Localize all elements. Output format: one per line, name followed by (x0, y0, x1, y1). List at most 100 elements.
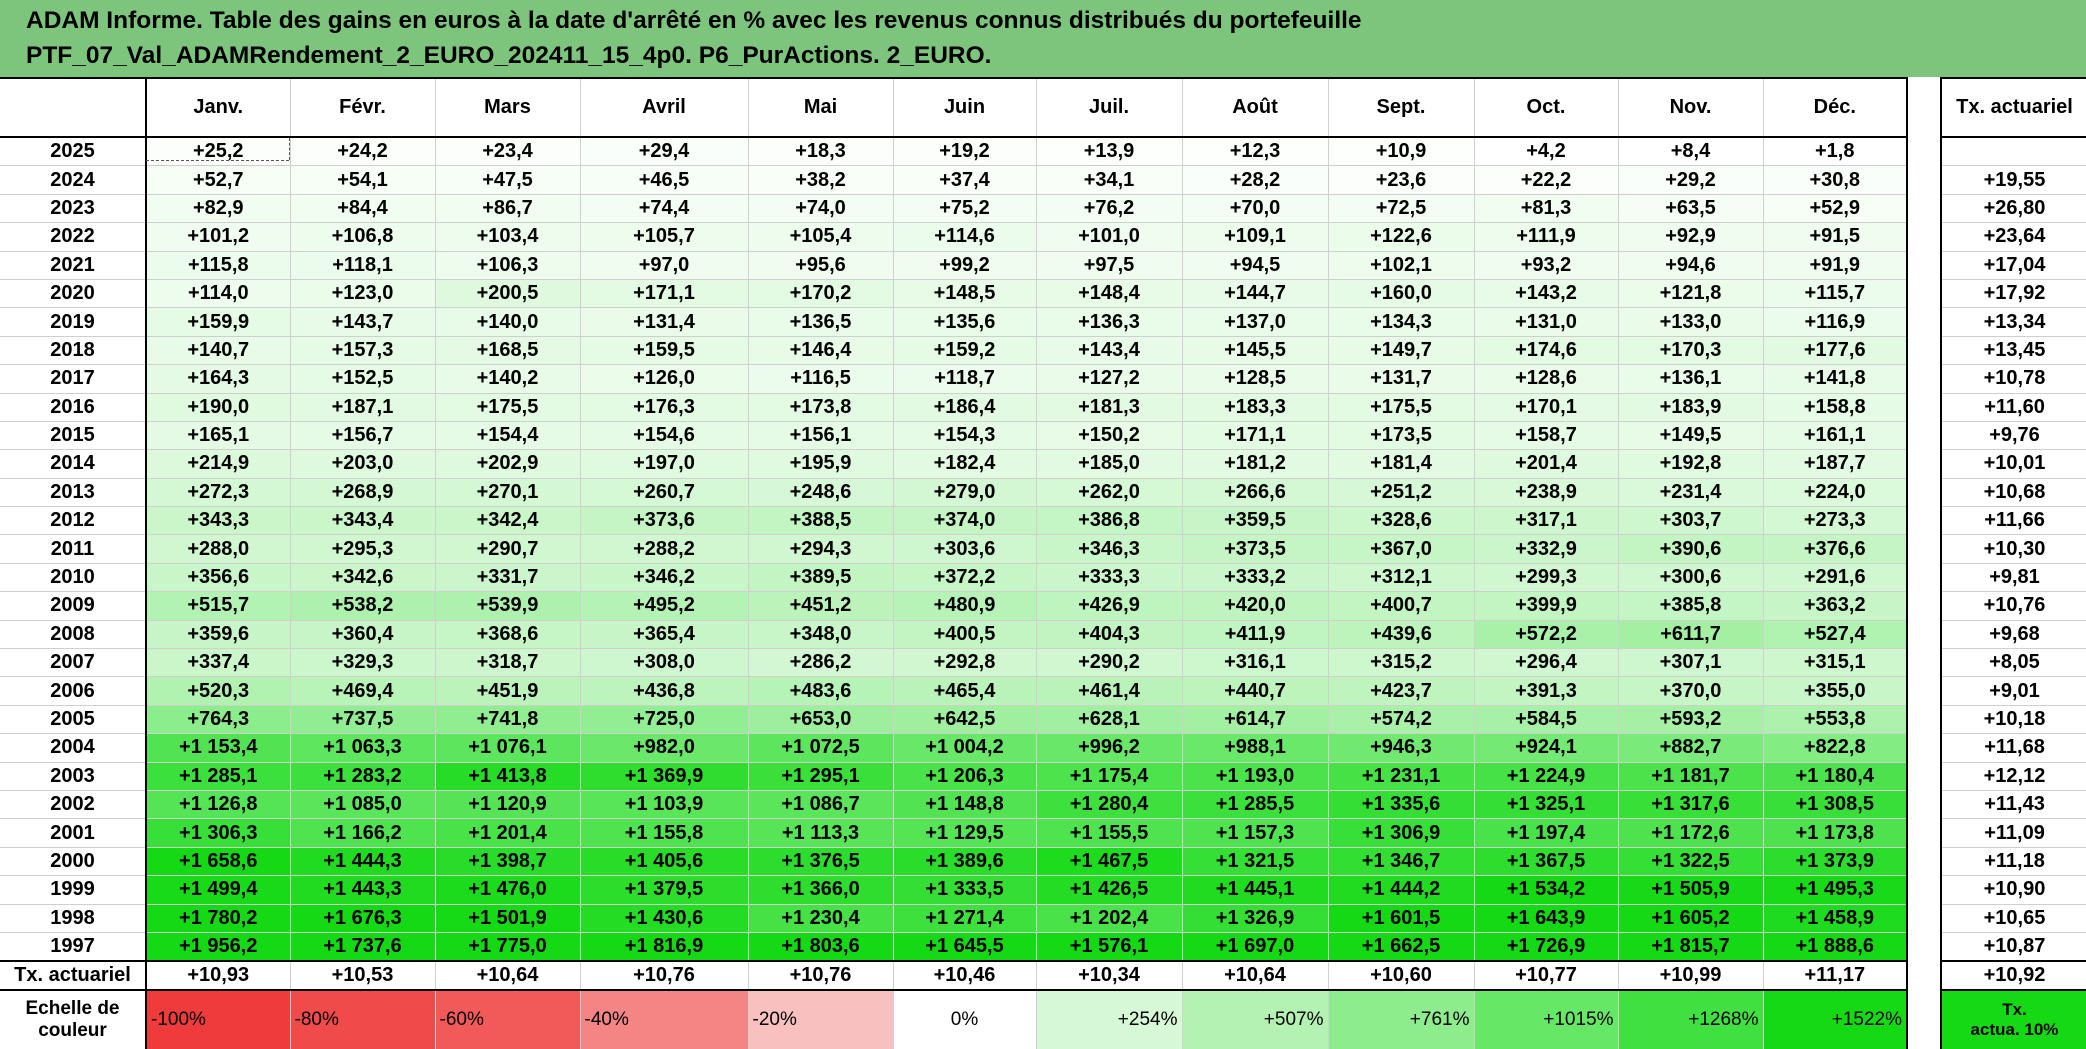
gain-cell: +1 601,5 (1327, 903, 1475, 933)
year-label: 2022 (0, 222, 147, 252)
year-label: 2004 (0, 733, 147, 763)
gain-cell: +1 398,7 (434, 846, 581, 877)
side-row: +23,64 (1940, 222, 2086, 252)
gain-cell: +279,0 (892, 477, 1037, 508)
gain-cell: +84,4 (289, 193, 436, 224)
actuarial-rate-cell: +13,45 (1940, 335, 2086, 366)
gain-cell: +1 206,3 (892, 761, 1037, 791)
gain-cell: +149,7 (1327, 335, 1475, 366)
gain-cell: +572,2 (1473, 619, 1619, 650)
gain-cell: +1 085,0 (289, 789, 436, 820)
side-row: +11,43 (1940, 789, 2086, 820)
gain-cell: +47,5 (434, 165, 581, 195)
actuarial-rate-cell: +10,87 (1940, 931, 2086, 962)
gain-cell: +295,3 (289, 534, 436, 564)
gain-cell: +1 126,8 (145, 789, 291, 820)
gain-cell: +122,6 (1327, 222, 1475, 252)
gain-cell: +1 816,9 (579, 931, 749, 962)
gain-cell: +93,2 (1473, 250, 1619, 280)
gain-cell: +24,2 (289, 136, 436, 167)
color-scale-swatch: +507% (1181, 989, 1329, 1049)
year-label: 2011 (0, 534, 147, 564)
year-label: 2025 (0, 136, 147, 167)
gain-cell: +34,1 (1035, 165, 1183, 195)
actuarial-row: Tx. actuariel +10,93 +10,53 +10,64 +10,76 +10… (0, 960, 1908, 992)
gain-cell: +359,5 (1181, 506, 1329, 536)
gain-cell: +161,1 (1762, 420, 1908, 451)
gain-cell: +1 321,5 (1181, 846, 1329, 877)
gain-cell: +157,3 (289, 335, 436, 366)
gain-cell: +1 726,9 (1473, 931, 1619, 962)
gain-cell: +291,6 (1762, 562, 1908, 593)
gain-cell: +12,3 (1181, 136, 1329, 167)
gain-cell: +238,9 (1473, 477, 1619, 508)
gain-cell: +187,7 (1762, 449, 1908, 479)
gain-cell: +1 181,7 (1617, 761, 1764, 791)
color-scale-label: Echelle de couleur (0, 989, 147, 1049)
actuarial-rate-cell: +10,68 (1940, 477, 2086, 508)
month-header: Août (1181, 77, 1329, 138)
gain-cell: +177,6 (1762, 335, 1908, 366)
gain-cell: +355,0 (1762, 676, 1908, 706)
side-row: +19,55 (1940, 165, 2086, 195)
gain-cell: +268,9 (289, 477, 436, 508)
gain-cell: +140,0 (434, 307, 581, 337)
table-row: 2018 +140,7 +157,3 +168,5 +159,5 +146,4 +159,2… (0, 335, 1908, 366)
color-scale-swatch: +1015% (1473, 989, 1619, 1049)
gain-cell: +495,2 (579, 591, 749, 621)
gain-cell: +294,3 (747, 534, 894, 564)
gain-cell: +1 103,9 (579, 789, 749, 820)
gain-cell: +1 373,9 (1762, 846, 1908, 877)
side-row: +10,90 (1940, 875, 2086, 905)
actuarial-rate-cell: +10,78 (1940, 364, 2086, 394)
gain-cell: +996,2 (1035, 733, 1183, 763)
actuarial-rate-cell: +11,43 (1940, 789, 2086, 820)
gain-cell: +144,7 (1181, 278, 1329, 309)
side-row: +13,34 (1940, 307, 2086, 337)
gain-cell: +159,2 (892, 335, 1037, 366)
gain-cell: +135,6 (892, 307, 1037, 337)
actuarial-month-cell: +10,99 (1617, 960, 1764, 992)
gain-cell: +156,7 (289, 420, 436, 451)
gain-cell: +1 495,3 (1762, 875, 1908, 905)
gain-cell: +202,9 (434, 449, 581, 479)
gain-cell: +23,6 (1327, 165, 1475, 195)
side-row: +10,68 (1940, 477, 2086, 508)
year-label: 2017 (0, 364, 147, 394)
gain-cell: +373,5 (1181, 534, 1329, 564)
gain-cell: +436,8 (579, 676, 749, 706)
gain-cell: +152,5 (289, 364, 436, 394)
gain-cell: +1 367,5 (1473, 846, 1619, 877)
gain-cell: +170,1 (1473, 392, 1619, 422)
gain-cell: +170,2 (747, 278, 894, 309)
gain-cell: +154,6 (579, 420, 749, 451)
side-row: +10,18 (1940, 704, 2086, 735)
gain-cell: +116,9 (1762, 307, 1908, 337)
actuarial-rate-cell: +17,92 (1940, 278, 2086, 309)
actuarial-rate-cell (1940, 136, 2086, 167)
gain-cell: +187,1 (289, 392, 436, 422)
side-row: +10,78 (1940, 364, 2086, 394)
gain-cell: +386,8 (1035, 506, 1183, 536)
year-label: 2007 (0, 648, 147, 678)
gain-cell: +1 413,8 (434, 761, 581, 791)
report-title-line-1: ADAM Informe. Table des gains en euros à… (26, 7, 1362, 34)
gain-cell: +183,9 (1617, 392, 1764, 422)
table-row: 2022 +101,2 +106,8 +103,4 +105,7 +105,4 +114,6… (0, 222, 1908, 252)
year-label: 2014 (0, 449, 147, 479)
actuarial-rate-cell: +10,65 (1940, 903, 2086, 933)
actuarial-rate-cell: +9,68 (1940, 619, 2086, 650)
gain-cell: +74,4 (579, 193, 749, 224)
gain-cell: +70,0 (1181, 193, 1329, 224)
gain-cell: +628,1 (1035, 704, 1183, 735)
gain-cell: +372,2 (892, 562, 1037, 593)
gain-cell: +423,7 (1327, 676, 1475, 706)
gain-cell: +318,7 (434, 648, 581, 678)
gain-cell: +158,8 (1762, 392, 1908, 422)
year-label: 2009 (0, 591, 147, 621)
gain-cell: +29,2 (1617, 165, 1764, 195)
gain-cell: +1 658,6 (145, 846, 291, 877)
actuarial-row-label: Tx. actuariel (0, 960, 147, 992)
gain-cell: +373,6 (579, 506, 749, 536)
gain-cell: +111,9 (1473, 222, 1619, 252)
